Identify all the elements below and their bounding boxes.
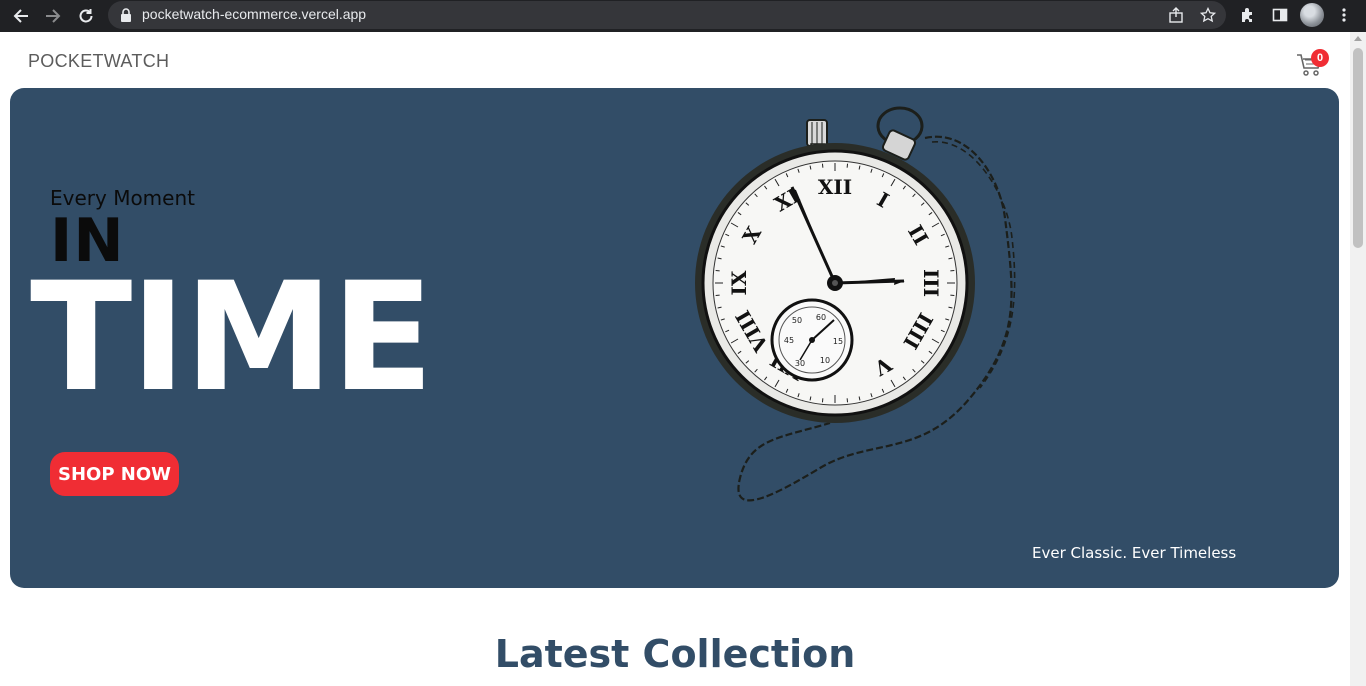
reload-icon[interactable] (74, 4, 98, 28)
subdial-number: 50 (792, 316, 802, 325)
subdial-number: 30 (795, 359, 805, 368)
scroll-up-arrow-icon[interactable] (1354, 36, 1362, 41)
browser-chrome: pocketwatch-ecommerce.vercel.app (0, 0, 1366, 32)
cart-count-badge: 0 (1311, 49, 1329, 67)
side-panel-icon[interactable] (1269, 4, 1291, 26)
subdial-number: 10 (820, 356, 830, 365)
page: POCKETWATCH 0 Every Moment IN TIME SHOP … (0, 32, 1350, 686)
back-arrow-icon[interactable] (9, 4, 33, 28)
url-text: pocketwatch-ecommerce.vercel.app (142, 6, 367, 22)
lock-icon (120, 8, 132, 27)
watch-numeral: XII (818, 175, 852, 199)
subdial-number: 60 (816, 313, 826, 322)
more-menu-icon[interactable] (1333, 4, 1355, 26)
share-icon[interactable] (1166, 5, 1186, 25)
brand-logo[interactable]: POCKETWATCH (28, 51, 169, 72)
watch-numeral: IX (727, 270, 751, 295)
profile-avatar[interactable] (1300, 3, 1324, 27)
hero-banner: Every Moment IN TIME SHOP NOW XII I II I… (10, 88, 1339, 588)
subdial-number: 45 (784, 336, 794, 345)
latest-collection-heading: Latest Collection (494, 632, 856, 676)
hero-tagline: Ever Classic. Ever Timeless (1032, 544, 1237, 562)
watch-numeral: III (919, 269, 943, 297)
shop-now-button[interactable]: SHOP NOW (50, 452, 179, 496)
forward-arrow-icon[interactable] (41, 4, 65, 28)
hero-large-text: TIME (30, 251, 434, 425)
address-bar[interactable]: pocketwatch-ecommerce.vercel.app (108, 1, 1226, 29)
scrollbar-thumb[interactable] (1353, 48, 1363, 248)
page-scrollbar[interactable] (1350, 32, 1366, 686)
subdial-number: 15 (833, 337, 843, 346)
extensions-puzzle-icon[interactable] (1237, 4, 1259, 26)
bookmark-star-icon[interactable] (1198, 5, 1218, 25)
pocket-watch-image: XIIIIIIIIIIIIVVIIVIIIIXXXI 60 15 30 45 5… (695, 106, 1016, 502)
